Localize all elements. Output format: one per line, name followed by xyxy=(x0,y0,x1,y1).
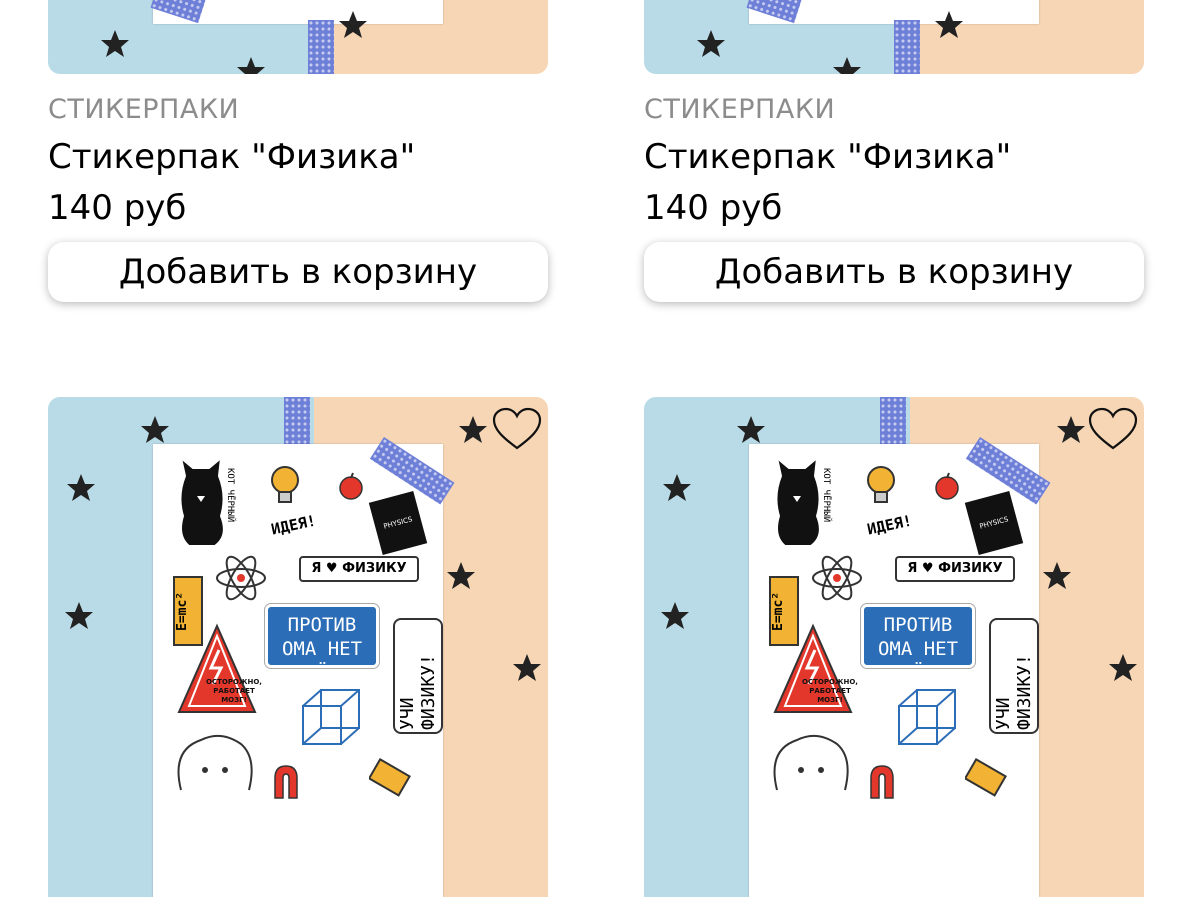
ohm-sticker: ПРОТИВ ОМА НЕТ ПРИЁМА! xyxy=(264,603,380,684)
star-icon xyxy=(1043,562,1071,589)
magnet-icon xyxy=(274,765,298,799)
heart-outline-icon[interactable] xyxy=(1088,407,1138,451)
star-icon xyxy=(141,416,169,443)
product-title[interactable]: Стикерпак "Физика" xyxy=(644,138,1144,176)
product-card: СТИКЕРПАКИ Стикерпак "Физика" 140 руб До… xyxy=(644,0,1144,302)
product-card: КОТ ЧЁРНЫЙ ИДЕЯ! PHYSICS Я ♥ ФИЗИКУ E=mc… xyxy=(644,397,1144,897)
lightbulb-icon xyxy=(867,466,895,503)
star-icon xyxy=(339,11,367,38)
warning-caption: ОСТОРОЖНО, РАБОТАЕТ МОЗГ! xyxy=(802,678,858,704)
heart-outline-icon[interactable] xyxy=(492,407,542,451)
cube-diagram-sticker xyxy=(898,689,956,745)
atom-icon xyxy=(216,555,266,601)
star-icon xyxy=(1057,416,1085,443)
warning-caption: ОСТОРОЖНО, РАБОТАЕТ МОЗГ! xyxy=(206,678,262,704)
einstein-portrait-sticker xyxy=(773,734,849,791)
star-icon xyxy=(459,416,487,443)
apple-icon xyxy=(935,472,959,500)
physics-book-sticker: PHYSICS xyxy=(368,490,428,556)
product-image[interactable]: КОТ ЧЁРНЫЙ ИДЕЯ! PHYSICS Я ♥ ФИЗИКУ E=mc… xyxy=(48,397,548,897)
star-icon xyxy=(663,474,691,501)
product-category: СТИКЕРПАКИ xyxy=(48,94,240,125)
product-card: КОТ ЧЁРНЫЙ ИДЕЯ! PHYSICS Я ♥ ФИЗИКУ E=mc… xyxy=(48,397,548,897)
black-cat-sticker xyxy=(179,456,225,547)
star-icon xyxy=(101,30,129,57)
flashlight-icon xyxy=(369,757,411,797)
product-image[interactable] xyxy=(48,0,548,74)
product-image[interactable] xyxy=(644,0,1144,74)
star-icon xyxy=(65,602,93,629)
magnet-icon xyxy=(870,765,894,799)
idea-caption: ИДЕЯ! xyxy=(865,511,914,539)
tape-decoration xyxy=(308,20,334,74)
apple-icon xyxy=(339,472,363,500)
learn-physics-sticker: УЧИ ФИЗИКУ! xyxy=(393,618,443,734)
product-title[interactable]: Стикерпак "Физика" xyxy=(48,138,548,176)
product-price: 140 руб xyxy=(48,188,187,228)
star-icon xyxy=(1109,654,1137,681)
star-icon xyxy=(697,30,725,57)
ohm-sticker: ПРОТИВ ОМА НЕТ ПРИЁМА! xyxy=(860,603,976,684)
star-icon xyxy=(935,11,963,38)
einstein-portrait-sticker xyxy=(177,734,253,791)
cat-caption: КОТ ЧЁРНЫЙ xyxy=(225,468,235,523)
flashlight-icon xyxy=(965,757,1007,797)
star-icon xyxy=(661,602,689,629)
star-icon xyxy=(833,57,861,74)
atom-icon xyxy=(812,555,862,601)
cube-diagram-sticker xyxy=(302,689,360,745)
love-physics-sticker: Я ♥ ФИЗИКУ xyxy=(895,556,1015,582)
product-price: 140 руб xyxy=(644,188,783,228)
sticker-sheet: КОТ ЧЁРНЫЙ ИДЕЯ! PHYSICS Я ♥ ФИЗИКУ E=mc… xyxy=(749,444,1039,897)
star-icon xyxy=(513,654,541,681)
physics-book-sticker: PHYSICS xyxy=(964,490,1024,556)
black-cat-sticker xyxy=(775,456,821,547)
tape-decoration xyxy=(894,20,920,74)
product-category: СТИКЕРПАКИ xyxy=(644,94,836,125)
sticker-sheet: КОТ ЧЁРНЫЙ ИДЕЯ! PHYSICS Я ♥ ФИЗИКУ E=mc… xyxy=(153,444,443,897)
star-icon xyxy=(67,474,95,501)
learn-physics-sticker: УЧИ ФИЗИКУ! xyxy=(989,618,1039,734)
lightbulb-icon xyxy=(271,466,299,503)
physics-book-label: PHYSICS xyxy=(978,515,1010,531)
star-icon xyxy=(237,57,265,74)
idea-caption: ИДЕЯ! xyxy=(269,511,318,539)
physics-book-label: PHYSICS xyxy=(382,515,414,531)
star-icon xyxy=(737,416,765,443)
add-to-cart-button[interactable]: Добавить в корзину xyxy=(644,242,1144,302)
add-to-cart-button[interactable]: Добавить в корзину xyxy=(48,242,548,302)
love-physics-sticker: Я ♥ ФИЗИКУ xyxy=(299,556,419,582)
product-image[interactable]: КОТ ЧЁРНЫЙ ИДЕЯ! PHYSICS Я ♥ ФИЗИКУ E=mc… xyxy=(644,397,1144,897)
cat-caption: КОТ ЧЁРНЫЙ xyxy=(821,468,831,523)
product-card: СТИКЕРПАКИ Стикерпак "Физика" 140 руб До… xyxy=(48,0,548,302)
star-icon xyxy=(447,562,475,589)
